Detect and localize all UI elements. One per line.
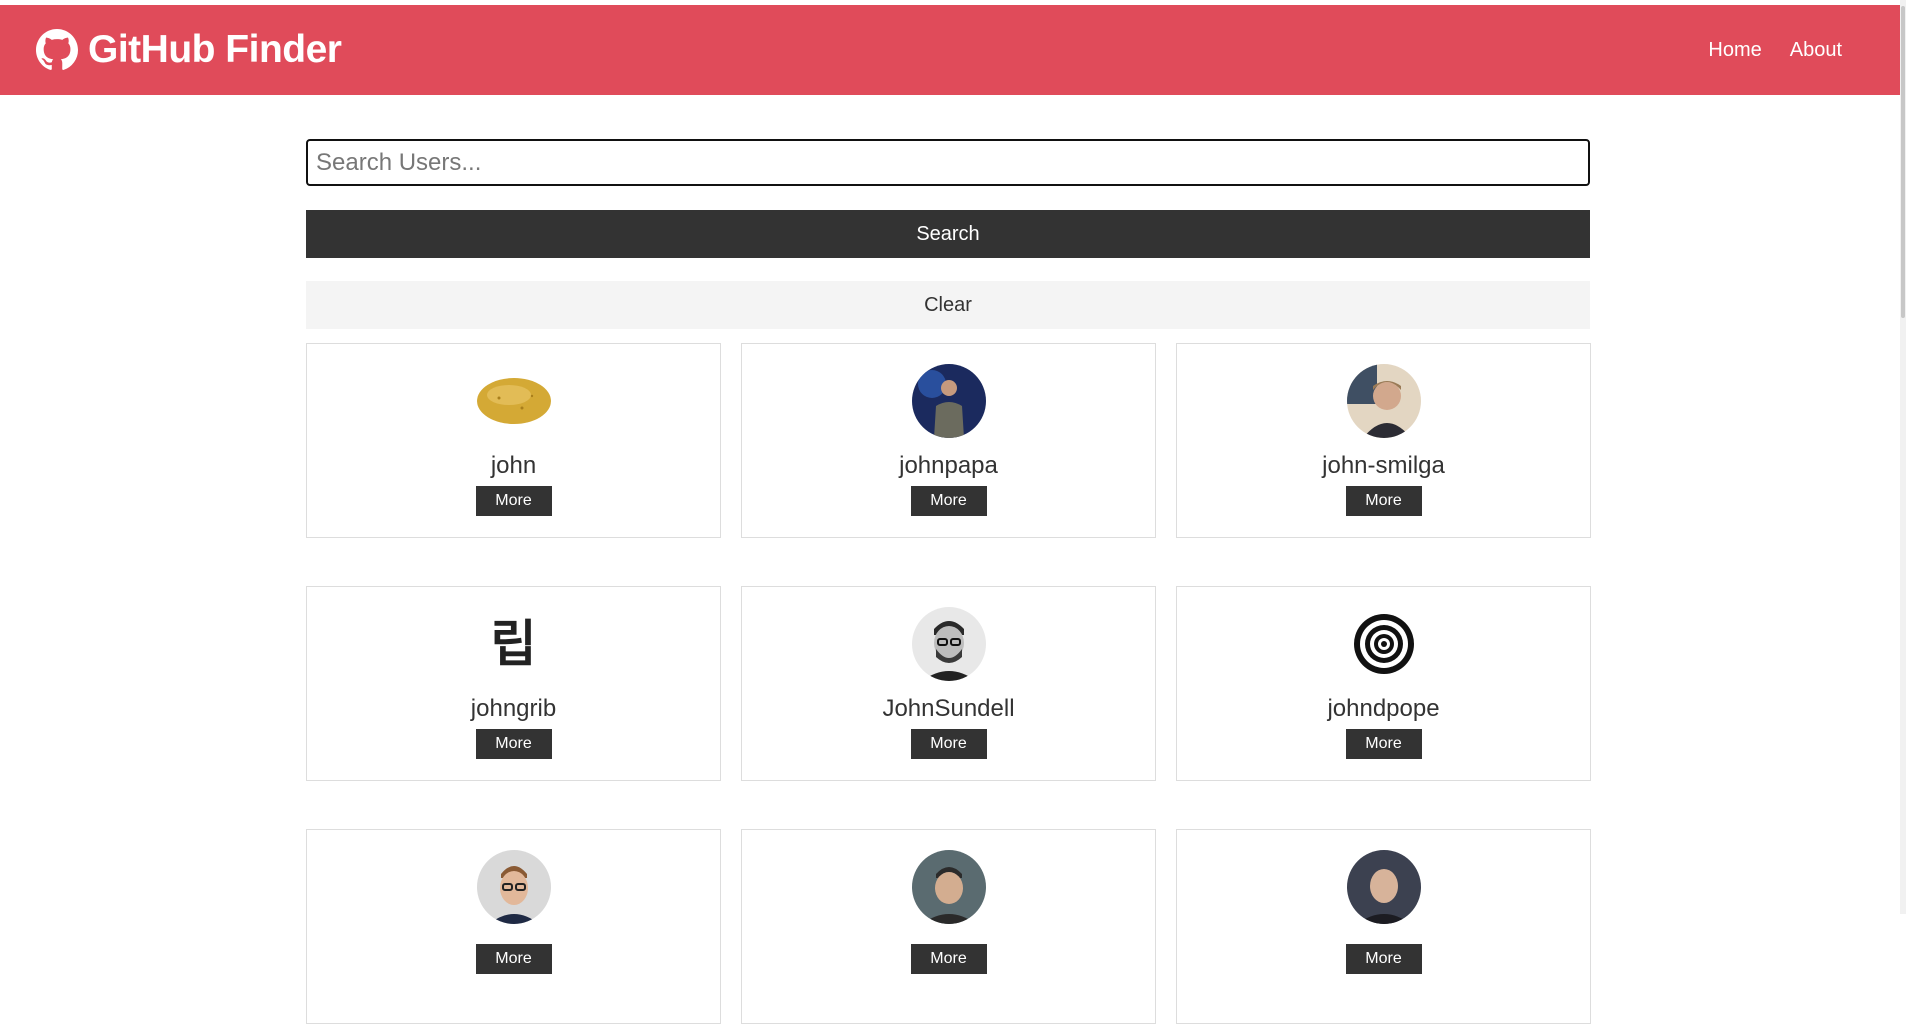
user-card: johnpapa More xyxy=(741,343,1156,538)
avatar xyxy=(911,607,986,681)
nav-home-link[interactable]: Home xyxy=(1708,39,1761,62)
username: johnpapa xyxy=(899,452,998,479)
user-card: More xyxy=(306,829,721,1024)
more-button[interactable]: More xyxy=(475,486,552,516)
vertical-scrollbar[interactable] xyxy=(1900,0,1906,914)
more-button[interactable]: More xyxy=(910,486,987,516)
github-icon xyxy=(36,29,78,71)
nav-about-link[interactable]: About xyxy=(1790,39,1842,62)
scrollbar-thumb[interactable] xyxy=(1901,6,1905,318)
clear-button[interactable]: Clear xyxy=(306,281,1590,329)
brand-title: GitHub Finder xyxy=(88,28,342,71)
brand[interactable]: GitHub Finder xyxy=(36,28,342,72)
username: johngrib xyxy=(470,695,557,722)
avatar xyxy=(911,364,986,438)
more-button[interactable]: More xyxy=(1345,944,1422,974)
more-button[interactable]: More xyxy=(910,729,987,759)
user-card: More xyxy=(1176,829,1591,1024)
user-card: john-smilga More xyxy=(1176,343,1591,538)
more-button[interactable]: More xyxy=(1345,729,1422,759)
main-container: Search Clear john More xyxy=(306,139,1591,1024)
avatar-glyph: 립 xyxy=(490,615,537,673)
users-grid: john More johnpapa More john-smilga More… xyxy=(306,343,1591,1024)
user-card: 립 johngrib More xyxy=(306,586,721,781)
avatar xyxy=(476,364,551,438)
username: john xyxy=(490,452,537,479)
avatar xyxy=(911,850,986,924)
avatar xyxy=(1346,364,1421,438)
navbar: GitHub Finder Home About xyxy=(0,5,1900,95)
user-card: johndpope More xyxy=(1176,586,1591,781)
more-button[interactable]: More xyxy=(475,729,552,759)
nav-links: Home About xyxy=(1708,39,1842,62)
more-button[interactable]: More xyxy=(1345,486,1422,516)
avatar xyxy=(1346,607,1421,681)
username: johndpope xyxy=(1327,695,1440,722)
avatar: 립 xyxy=(476,607,551,681)
avatar xyxy=(476,850,551,924)
search-input[interactable] xyxy=(306,139,1590,186)
search-button[interactable]: Search xyxy=(306,210,1590,258)
user-card: More xyxy=(741,829,1156,1024)
user-card: JohnSundell More xyxy=(741,586,1156,781)
user-card: john More xyxy=(306,343,721,538)
username: JohnSundell xyxy=(882,695,1015,722)
more-button[interactable]: More xyxy=(475,944,552,974)
more-button[interactable]: More xyxy=(910,944,987,974)
avatar xyxy=(1346,850,1421,924)
username: john-smilga xyxy=(1322,452,1445,479)
